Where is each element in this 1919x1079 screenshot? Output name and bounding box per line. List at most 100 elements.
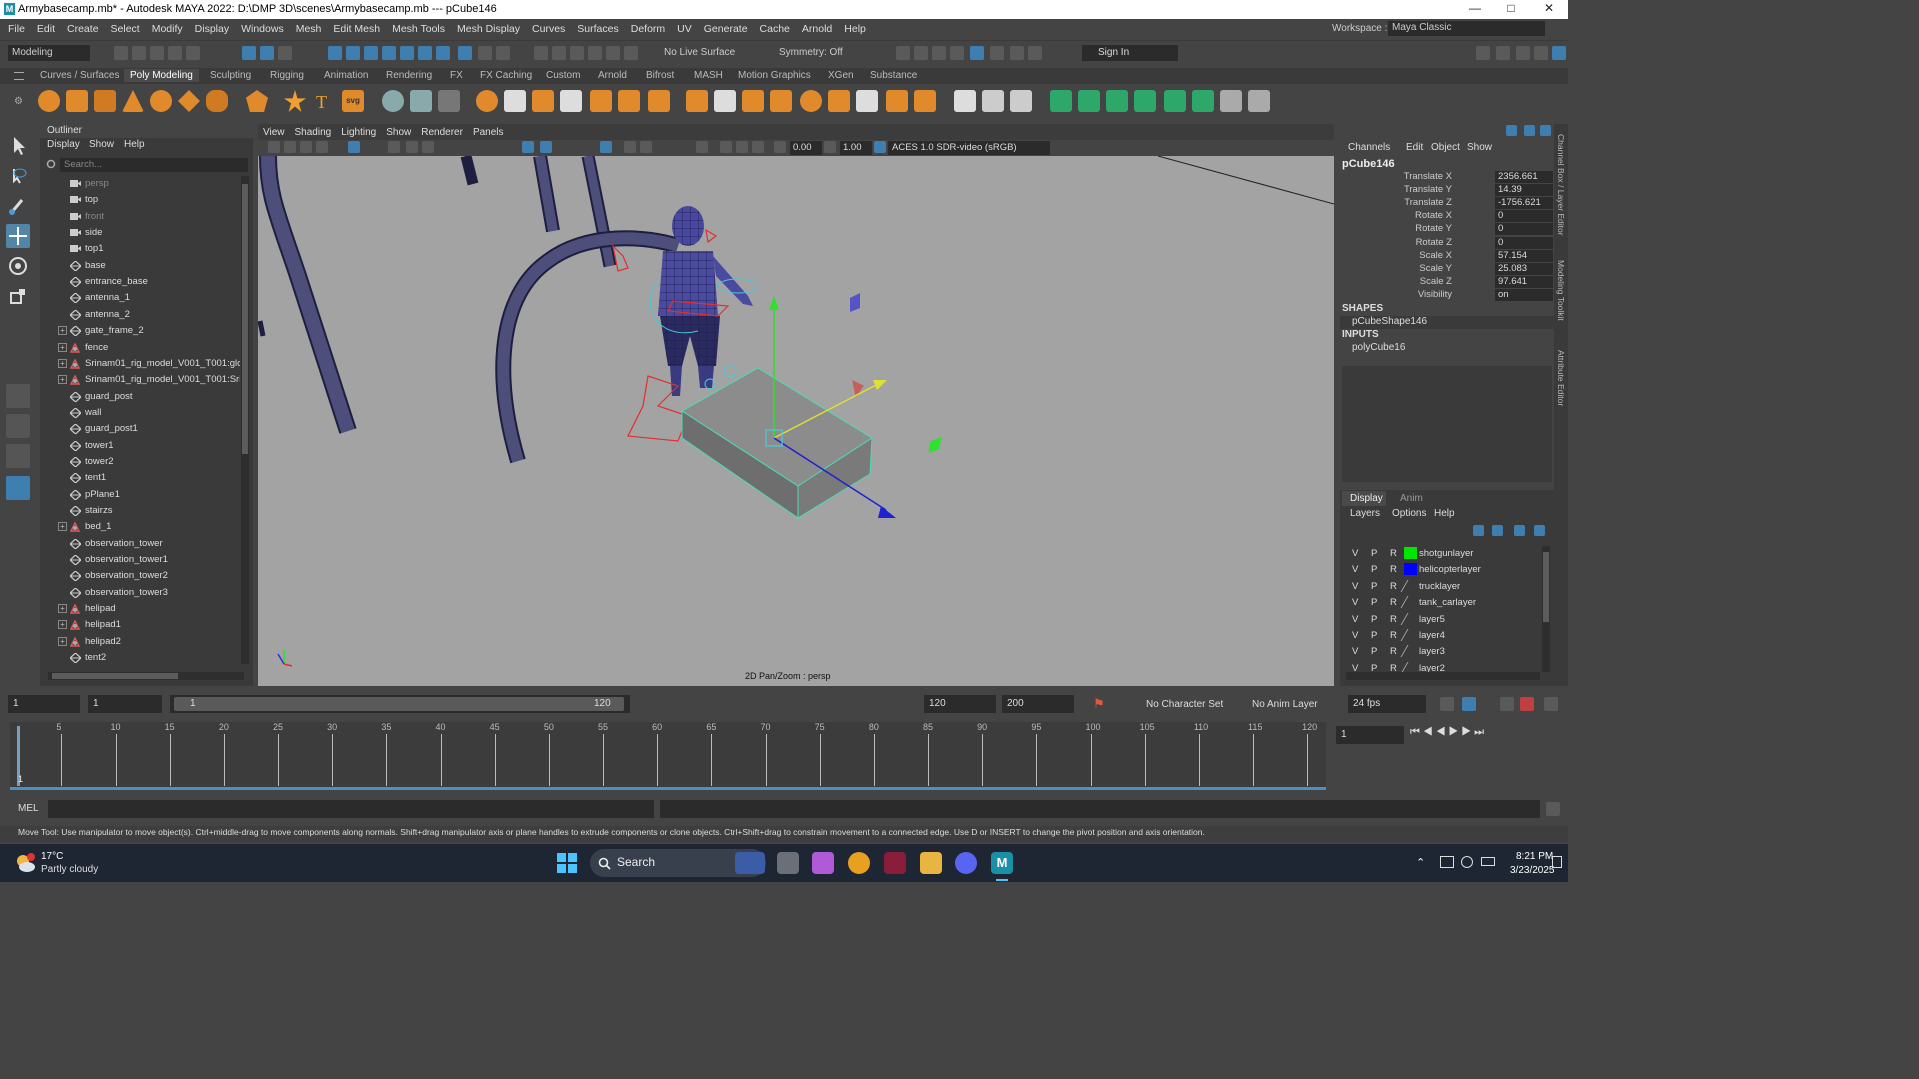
expand-icon[interactable]: +	[58, 636, 67, 646]
move-layer-up-icon[interactable]	[1473, 525, 1484, 536]
layer-name[interactable]: layer3	[1419, 646, 1445, 657]
snap-vertex-icon[interactable]	[418, 46, 432, 60]
outliner-item[interactable]: top	[40, 192, 240, 208]
animation-end-field[interactable]: 200	[1002, 695, 1074, 713]
type-tool-icon[interactable]: T	[316, 92, 327, 113]
cb-attr-value[interactable]: -1756.621	[1495, 197, 1553, 210]
select-icon[interactable]	[496, 46, 510, 60]
menu-curves[interactable]: Curves	[532, 23, 565, 35]
layer-flag-r[interactable]: R	[1390, 630, 1397, 641]
expand-icon[interactable]: +	[58, 342, 67, 352]
combine-icon[interactable]	[382, 90, 404, 112]
shelf-tab-sculpting[interactable]: Sculpting	[204, 69, 257, 82]
outliner-item[interactable]: front	[40, 209, 240, 225]
uv-toolkit-icon[interactable]	[1248, 90, 1270, 112]
layer-name[interactable]: layer5	[1419, 614, 1445, 625]
animation-start-field[interactable]: 1	[8, 695, 80, 713]
layer-vscroll[interactable]	[1542, 546, 1550, 672]
cb-attr-value[interactable]: 0	[1495, 236, 1553, 249]
expand-icon[interactable]: +	[58, 375, 67, 385]
tab-modeling-toolkit[interactable]: Modeling Toolkit	[1556, 260, 1566, 321]
layer-flag-r[interactable]: R	[1390, 548, 1397, 559]
layer-name[interactable]: trucklayer	[1419, 581, 1460, 592]
menu-deform[interactable]: Deform	[631, 23, 665, 35]
shelf-tab-poly-modeling[interactable]: Poly Modeling	[124, 69, 199, 82]
anim-prefs-icon[interactable]	[1544, 697, 1558, 711]
retopologize-icon[interactable]	[590, 90, 612, 112]
gamma-icon[interactable]	[824, 141, 836, 153]
tray-display-icon[interactable]	[1440, 856, 1454, 868]
shelf-tab-substance[interactable]: Substance	[864, 69, 923, 82]
outliner-item[interactable]: + helipad2	[40, 634, 240, 650]
layer-row[interactable]: V P Rlayer5	[1340, 612, 1540, 628]
outliner-item[interactable]: + helipad1	[40, 617, 240, 633]
outliner-item[interactable]: observation_tower	[40, 536, 240, 552]
live-surface-label[interactable]: No Live Surface	[664, 47, 735, 58]
modeling-toolkit-icon[interactable]	[1476, 46, 1490, 60]
bridge-edge-icon[interactable]	[742, 90, 764, 112]
close-button[interactable]: ✕	[1532, 0, 1566, 19]
cb-attr-name[interactable]: Scale Y	[1419, 263, 1452, 274]
layer-flag-v[interactable]: V	[1352, 630, 1358, 641]
undo-icon[interactable]	[168, 46, 182, 60]
outliner-item[interactable]: side	[40, 225, 240, 241]
uv-spherical-icon[interactable]	[1106, 90, 1128, 112]
cb-attr-row[interactable]: Rotate X 0	[1340, 210, 1554, 223]
layer-name[interactable]: helicopterlayer	[1419, 564, 1481, 575]
current-frame-marker[interactable]: 1	[18, 774, 23, 784]
outliner-item[interactable]: antenna_2	[40, 307, 240, 323]
vp-menu-lighting[interactable]: Lighting	[341, 127, 376, 138]
layer-name[interactable]: shotgunlayer	[1419, 548, 1473, 559]
layer-color-swatch[interactable]	[1400, 612, 1421, 625]
shelf-tab-animation[interactable]: Animation	[318, 69, 374, 82]
uv-cylindrical-icon[interactable]	[1078, 90, 1100, 112]
outliner-vscroll[interactable]	[241, 176, 249, 664]
menu-generate[interactable]: Generate	[704, 23, 748, 35]
outliner-hscroll[interactable]	[48, 672, 244, 680]
layer-hscroll[interactable]	[1346, 672, 1540, 680]
outliner-item[interactable]: observation_tower3	[40, 585, 240, 601]
cb-shape-name[interactable]: pCubeShape146	[1340, 316, 1554, 329]
layer-color-swatch[interactable]	[1404, 563, 1417, 576]
outliner-menu-help[interactable]: Help	[124, 139, 145, 154]
layer-flag-r[interactable]: R	[1390, 597, 1397, 608]
layer-menu-layers[interactable]: Layers	[1350, 508, 1380, 519]
maya-taskbar-icon[interactable]: M	[991, 852, 1013, 874]
paint-select-icon[interactable]	[6, 194, 30, 218]
cache-icon[interactable]	[1462, 697, 1476, 711]
shelf-tab-motion-graphics[interactable]: Motion Graphics	[732, 69, 817, 82]
current-frame-field[interactable]: 1	[1336, 726, 1404, 744]
channelbox-icon-1[interactable]	[1506, 125, 1517, 136]
shelf-tab-curves-surfaces[interactable]: Curves / Surfaces	[34, 69, 125, 82]
start-button-icon[interactable]	[557, 853, 577, 873]
layer-row[interactable]: V P Rlayer3	[1340, 644, 1540, 660]
playback-end-field[interactable]: 120	[924, 695, 996, 713]
separate-icon[interactable]	[410, 90, 432, 112]
shelf-tab-rigging[interactable]: Rigging	[264, 69, 310, 82]
tray-overflow-icon[interactable]: ⌃	[1416, 856, 1425, 869]
smooth-shade-icon[interactable]	[522, 141, 534, 153]
quad-draw-icon[interactable]	[982, 90, 1004, 112]
layer-flag-v[interactable]: V	[1352, 548, 1358, 559]
shadows-icon[interactable]	[624, 141, 636, 153]
menu-edit[interactable]: Edit	[37, 23, 55, 35]
layer-flag-v[interactable]: V	[1352, 581, 1358, 592]
cb-attr-name[interactable]: Translate Y	[1404, 184, 1452, 195]
layer-row[interactable]: V P Rshotgunlayer	[1340, 546, 1540, 562]
cb-menu-show[interactable]: Show	[1467, 142, 1492, 153]
vp-menu-shading[interactable]: Shading	[295, 127, 332, 138]
character-set-dropdown[interactable]: No Character Set	[1146, 699, 1223, 710]
cb-attr-name[interactable]: Scale X	[1419, 250, 1452, 261]
uv-planar-icon[interactable]	[1050, 90, 1072, 112]
menu-arnold[interactable]: Arnold	[802, 23, 832, 35]
layer-color-swatch[interactable]	[1400, 629, 1421, 641]
layer-flag-r[interactable]: R	[1390, 564, 1397, 575]
hud-icon[interactable]	[752, 141, 764, 153]
layer-name[interactable]: tank_carlayer	[1419, 597, 1476, 608]
layer-color-swatch[interactable]	[1400, 645, 1421, 658]
outliner-item[interactable]: + helipad	[40, 601, 240, 617]
outliner-search-input[interactable]: Search...	[60, 158, 248, 172]
cb-attr-row[interactable]: Scale X 57.154	[1340, 249, 1554, 263]
menu-modify[interactable]: Modify	[152, 23, 183, 35]
cb-attr-row[interactable]: Translate X 2356.661	[1340, 171, 1554, 184]
